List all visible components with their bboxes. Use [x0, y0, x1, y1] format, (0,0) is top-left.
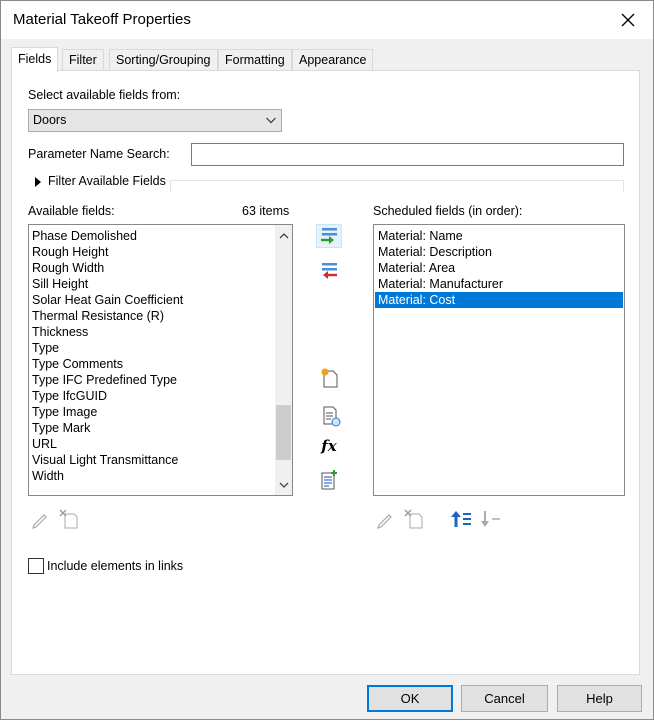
- list-item[interactable]: Thermal Resistance (R): [29, 308, 292, 324]
- close-icon[interactable]: [613, 7, 643, 33]
- scheduled-fields-label: Scheduled fields (in order):: [373, 204, 523, 218]
- cancel-button[interactable]: Cancel: [461, 685, 548, 712]
- delete-parameter-button-scheduled[interactable]: [401, 507, 427, 531]
- parameter-search-label: Parameter Name Search:: [28, 147, 170, 161]
- delete-parameter-icon: [59, 509, 78, 529]
- dialog-title: Material Takeoff Properties: [13, 11, 191, 28]
- filter-available-label: Filter Available Fields: [48, 174, 166, 188]
- available-count: 63 items: [242, 204, 290, 218]
- list-item[interactable]: Solar Heat Gain Coefficient: [29, 292, 292, 308]
- include-links-label: Include elements in links: [47, 559, 184, 573]
- move-up-button[interactable]: [448, 507, 474, 531]
- select-fields-label: Select available fields from:: [28, 88, 181, 102]
- tab-formatting[interactable]: Formatting: [218, 49, 292, 71]
- list-item[interactable]: Type IFC Predefined Type: [29, 372, 292, 388]
- scroll-thumb[interactable]: [276, 405, 291, 460]
- calculated-value-button[interactable]: fx: [316, 434, 342, 458]
- list-item[interactable]: Type: [29, 340, 292, 356]
- remove-parameter-icon: [322, 263, 337, 279]
- parameter-search-input[interactable]: [191, 143, 624, 166]
- new-parameter-icon: [321, 368, 338, 388]
- title-bar: Material Takeoff Properties: [1, 1, 653, 39]
- list-item[interactable]: Phase Demolished: [29, 228, 292, 244]
- scheduled-item[interactable]: Material: Manufacturer: [375, 276, 623, 292]
- tab-sorting-grouping[interactable]: Sorting/Grouping: [109, 49, 218, 71]
- available-fields-label: Available fields:: [28, 204, 115, 218]
- list-item[interactable]: Width: [29, 468, 292, 484]
- add-parameter-icon: [321, 228, 337, 244]
- available-fields-list[interactable]: Phase Demolished Rough Height Rough Width S…: [28, 224, 293, 496]
- scheduled-item[interactable]: Material: Cost: [375, 292, 623, 308]
- category-dropdown[interactable]: Doors: [28, 109, 282, 132]
- scroll-down-icon[interactable]: [275, 476, 292, 493]
- move-up-icon: [451, 511, 471, 527]
- scheduled-item[interactable]: Material: Description: [375, 244, 623, 260]
- list-item[interactable]: Type Mark: [29, 420, 292, 436]
- list-item[interactable]: Type Comments: [29, 356, 292, 372]
- scheduled-item[interactable]: Material: Name: [375, 228, 623, 244]
- combine-parameters-button[interactable]: [316, 468, 342, 492]
- list-item[interactable]: Rough Width: [29, 260, 292, 276]
- move-down-button[interactable]: [477, 507, 503, 531]
- ok-button[interactable]: OK: [367, 685, 453, 712]
- move-down-icon: [481, 511, 500, 527]
- scroll-up-icon[interactable]: [275, 227, 292, 244]
- tab-fields[interactable]: Fields: [11, 47, 59, 72]
- add-field-button[interactable]: [316, 224, 342, 248]
- list-item[interactable]: URL: [29, 436, 292, 452]
- expand-arrow-icon: [34, 176, 42, 190]
- available-scrollbar[interactable]: [275, 225, 292, 495]
- new-parameter-button[interactable]: [316, 366, 342, 390]
- delete-parameter-icon: [404, 509, 423, 529]
- tab-appearance[interactable]: Appearance: [292, 49, 374, 71]
- help-button[interactable]: Help: [557, 685, 642, 712]
- list-item[interactable]: Sill Height: [29, 276, 292, 292]
- tab-filter[interactable]: Filter: [62, 49, 104, 71]
- chevron-down-icon: [265, 113, 277, 127]
- add-shared-parameter-button[interactable]: [318, 404, 344, 428]
- combine-parameters-icon: [321, 470, 337, 490]
- list-item[interactable]: Type IfcGUID: [29, 388, 292, 404]
- list-item[interactable]: Rough Height: [29, 244, 292, 260]
- shared-parameter-icon: [323, 406, 341, 427]
- pencil-icon: [32, 514, 47, 529]
- scheduled-item[interactable]: Material: Area: [375, 260, 623, 276]
- edit-parameter-button-scheduled[interactable]: [372, 507, 398, 531]
- expander-divider: [170, 180, 624, 192]
- edit-parameter-button-available[interactable]: [27, 507, 53, 531]
- filter-available-expander[interactable]: Filter Available Fields: [28, 171, 624, 193]
- remove-field-button[interactable]: [316, 258, 342, 282]
- resize-grip[interactable]: [1, 715, 654, 721]
- pencil-icon: [377, 514, 392, 529]
- list-item[interactable]: Visual Light Transmittance: [29, 452, 292, 468]
- list-item[interactable]: Thickness: [29, 324, 292, 340]
- list-item[interactable]: Type Image: [29, 404, 292, 420]
- include-links-checkbox[interactable]: [28, 558, 44, 574]
- scheduled-fields-list[interactable]: Material: Name Material: Description Mater…: [373, 224, 625, 496]
- delete-parameter-button-available[interactable]: [56, 507, 82, 531]
- dialog-window: Material Takeoff Properties Fields Filte…: [0, 0, 654, 720]
- formula-icon: fx: [321, 437, 337, 455]
- category-dropdown-value: Doors: [33, 113, 67, 127]
